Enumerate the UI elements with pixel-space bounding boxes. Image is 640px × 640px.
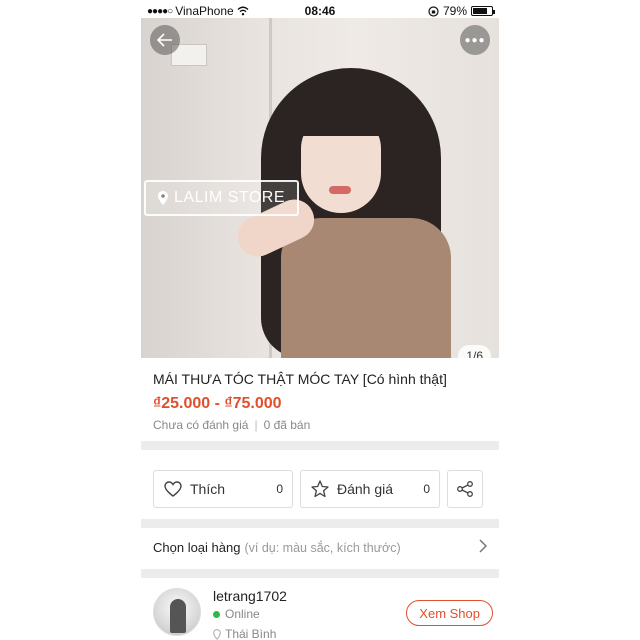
section-divider	[141, 519, 499, 528]
online-dot-icon	[213, 610, 220, 618]
store-watermark: LALIM STORE	[144, 180, 300, 216]
phone-screen: ●●●●○ VinaPhone 08:46 79% LALIM STORE 1/…	[141, 0, 499, 640]
rate-button[interactable]: Đánh giá 0	[300, 470, 440, 508]
rate-count: 0	[423, 482, 430, 496]
back-button[interactable]	[150, 25, 180, 55]
location-pin-icon	[213, 628, 221, 640]
sold-count: 0 đã bán	[263, 418, 311, 432]
rating-text[interactable]: Chưa có đánh giá	[153, 418, 248, 432]
share-icon	[457, 481, 473, 497]
seller-avatar[interactable]	[153, 588, 201, 636]
variant-label: Chọn loại hàng	[153, 540, 241, 555]
avatar-figure	[170, 599, 186, 633]
action-row: Thích 0 Đánh giá 0	[153, 470, 483, 508]
battery-icon	[471, 6, 495, 16]
battery-percent: 79%	[442, 4, 467, 18]
photo-bangs	[293, 98, 389, 136]
like-button[interactable]: Thích 0	[153, 470, 293, 508]
seller-status-text: Online	[225, 607, 260, 621]
seller-status: Online	[213, 607, 260, 621]
store-watermark-text: LALIM STORE	[174, 189, 286, 206]
variant-selector[interactable]: Chọn loại hàng (ví dụ: màu sắc, kích thư…	[153, 539, 489, 558]
section-divider	[141, 569, 499, 578]
battery-fill	[473, 8, 488, 14]
product-price: ₫25.000 - ₫75.000	[153, 395, 282, 412]
chevron-right-icon	[479, 539, 488, 558]
photo-body	[281, 218, 451, 358]
meta-separator: |	[254, 418, 258, 432]
seller-username[interactable]: letrang1702	[213, 588, 287, 604]
star-icon	[311, 480, 329, 498]
seller-location: Thái Bình	[213, 627, 276, 640]
section-divider	[141, 441, 499, 450]
photo-lips	[329, 186, 351, 194]
product-image[interactable]: LALIM STORE 1/6	[141, 18, 499, 358]
product-meta: Chưa có đánh giá | 0 đã bán	[153, 418, 310, 432]
orientation-lock-icon	[428, 5, 439, 17]
more-button[interactable]: ●●●	[460, 25, 490, 55]
status-bar-right: 79%	[428, 4, 495, 18]
variant-hint: (ví dụ: màu sắc, kích thước)	[244, 540, 401, 555]
like-label: Thích	[190, 481, 226, 497]
product-title: MÁI THƯA TÓC THẬT MÓC TAY [Có hình thật]	[153, 371, 447, 387]
more-icon: ●●●	[464, 34, 486, 46]
share-button[interactable]	[447, 470, 483, 508]
arrow-left-icon	[157, 33, 172, 47]
image-counter: 1/6	[458, 345, 491, 358]
view-shop-button[interactable]: Xem Shop	[406, 600, 493, 626]
location-pin-icon	[158, 191, 168, 205]
seller-location-text: Thái Bình	[225, 627, 277, 640]
seller-card: letrang1702 Online Thái Bình Xem Shop	[153, 585, 493, 640]
heart-icon	[164, 481, 182, 497]
like-count: 0	[276, 482, 283, 496]
rate-label: Đánh giá	[337, 481, 394, 497]
